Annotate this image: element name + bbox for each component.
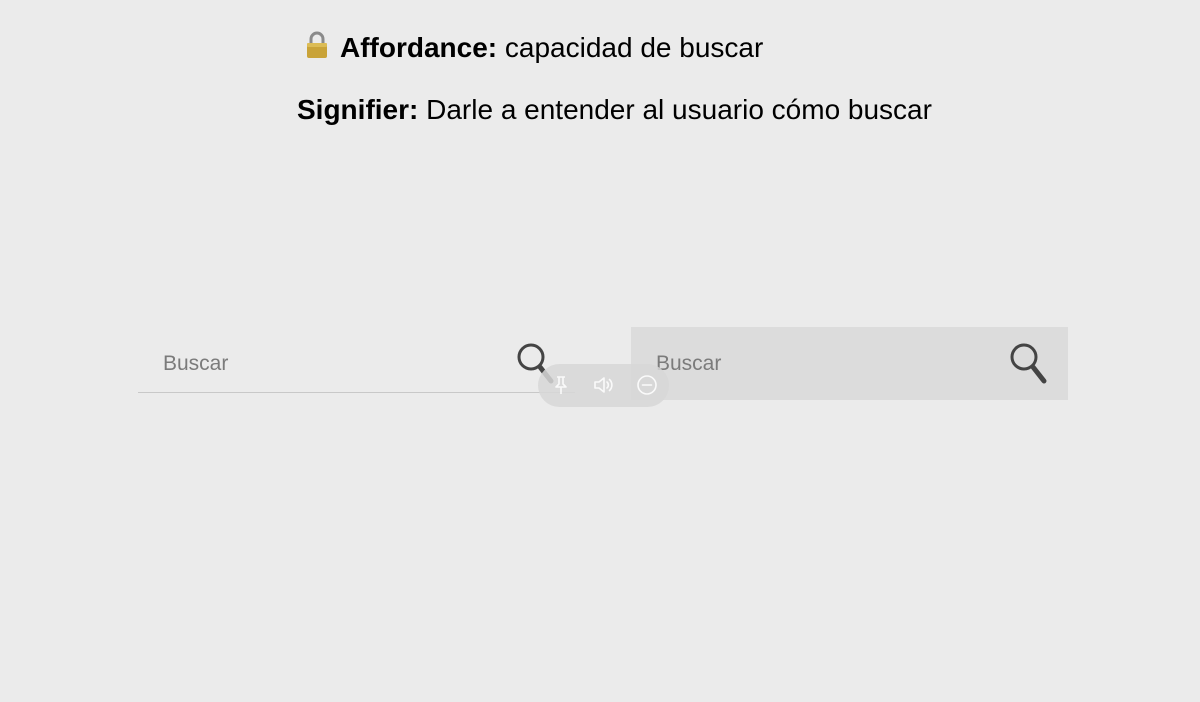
media-control-bar bbox=[538, 364, 669, 407]
affordance-label: Affordance: bbox=[340, 32, 498, 63]
lock-icon bbox=[304, 31, 330, 68]
search-field-filled[interactable]: Buscar bbox=[631, 327, 1068, 400]
search-field-underlined[interactable]: Buscar bbox=[138, 327, 575, 393]
signifier-line: Signifier: Darle a entender al usuario c… bbox=[297, 92, 932, 128]
affordance-line: Affordance: capacidad de buscar bbox=[304, 30, 763, 68]
pin-icon[interactable] bbox=[550, 374, 572, 396]
signifier-label: Signifier: bbox=[297, 94, 419, 125]
signifier-text: Darle a entender al usuario cómo buscar bbox=[418, 94, 932, 125]
search-placeholder: Buscar bbox=[163, 352, 229, 375]
speaker-icon[interactable] bbox=[592, 374, 614, 396]
affordance-text: capacidad de buscar bbox=[497, 32, 764, 63]
minus-circle-icon[interactable] bbox=[636, 374, 658, 396]
search-placeholder: Buscar bbox=[656, 352, 722, 375]
search-icon[interactable] bbox=[1009, 342, 1049, 391]
